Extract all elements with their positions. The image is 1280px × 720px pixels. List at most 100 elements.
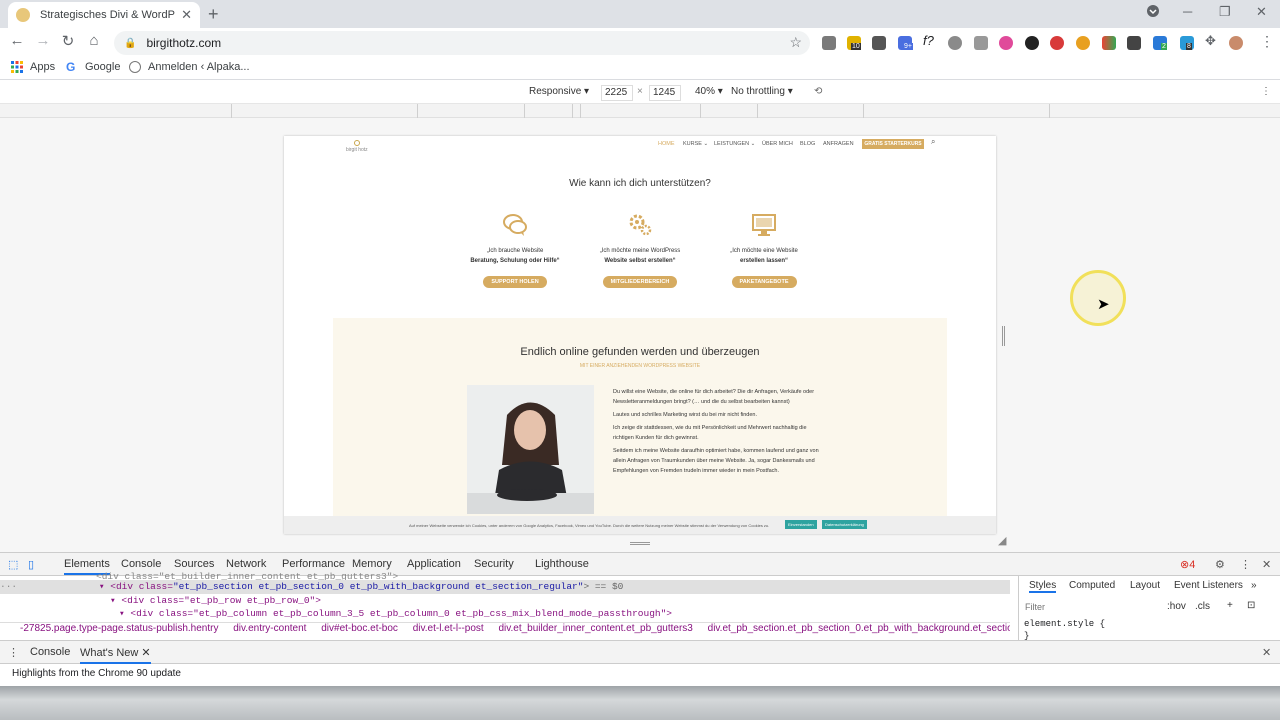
tab-network[interactable]: Network — [226, 558, 266, 570]
settings-gear-icon[interactable]: ⚙ — [1215, 558, 1225, 571]
privacy-policy-button[interactable]: Datenschutzerklärung — [822, 520, 867, 529]
tab-memory[interactable]: Memory — [352, 558, 392, 570]
cls-toggle[interactable]: .cls — [1195, 601, 1210, 612]
resize-handle-right[interactable] — [1002, 326, 1005, 346]
breadcrumb-item[interactable]: div.et-l.et-l--post — [413, 623, 484, 634]
tab-performance[interactable]: Performance — [282, 558, 345, 570]
bookmark-apps[interactable]: Apps — [11, 61, 55, 73]
extension-5-icon[interactable]: f? — [923, 33, 934, 48]
camera-extension-icon[interactable] — [974, 36, 988, 50]
breadcrumb-item[interactable]: div.et_builder_inner_content.et_pb_gutte… — [498, 623, 692, 634]
width-input[interactable]: 2225 — [601, 85, 633, 101]
profile-avatar[interactable] — [1229, 36, 1243, 50]
gratis-starterkurs-button[interactable]: GRATIS STARTERKURS — [862, 139, 924, 149]
support-holen-button[interactable]: SUPPORT HOLEN — [483, 276, 547, 288]
zoom-select[interactable]: 40% ▾ — [695, 86, 723, 97]
cookie-accept-button[interactable]: Einverstanden — [785, 520, 817, 529]
menu-anfragen[interactable]: ANFRAGEN — [823, 141, 854, 147]
forward-icon[interactable]: → — [33, 32, 53, 49]
tab-event-listeners[interactable]: Event Listeners — [1174, 580, 1243, 591]
google-icon: G — [66, 60, 76, 74]
column-text: „Ich möchte meine WordPress Website selbs… — [585, 246, 695, 266]
breadcrumb-item[interactable]: div.entry-content — [233, 623, 306, 634]
address-bar[interactable]: 🔒 birgithotz.com ☆ — [114, 31, 810, 55]
extension-9-icon[interactable] — [1025, 36, 1039, 50]
element-style-rule[interactable]: element.style { — [1024, 619, 1105, 629]
rotate-icon[interactable]: ⟲ — [814, 86, 822, 97]
breadcrumb-item[interactable]: -27825.page.type-page.status-publish.hen… — [20, 623, 218, 634]
drawer-tab-console[interactable]: Console — [30, 646, 70, 658]
minimize-icon[interactable]: ─ — [1183, 4, 1192, 19]
tab-security[interactable]: Security — [474, 558, 514, 570]
resize-handle-bottom[interactable] — [630, 542, 650, 545]
mitgliederbereich-button[interactable]: MITGLIEDERBEREICH — [602, 276, 678, 288]
extensions-puzzle-icon[interactable]: ✥ — [1205, 33, 1216, 49]
paketangebote-button[interactable]: PAKETANGEBOTE — [731, 276, 797, 288]
bookmark-google[interactable]: G Google — [66, 61, 120, 73]
drawer-tab-whats-new[interactable]: What's New ✕ — [80, 646, 151, 664]
device-toggle-icon[interactable]: ▯ — [28, 558, 34, 571]
chrome-menu-icon[interactable]: ⋮ — [1260, 33, 1274, 50]
tab-layout[interactable]: Layout — [1130, 580, 1160, 591]
close-tab-icon[interactable]: ✕ — [181, 7, 192, 23]
tab-styles[interactable]: Styles — [1029, 580, 1057, 593]
browser-tab[interactable]: Strategisches Divi & WordPress W ✕ — [8, 2, 200, 28]
devtools-menu-icon[interactable]: ⋮ — [1240, 558, 1251, 571]
extension-13-icon[interactable] — [1127, 36, 1141, 50]
close-devtools-icon[interactable]: ✕ — [1262, 558, 1271, 571]
resize-corner-icon[interactable]: ◢ — [998, 534, 1006, 547]
site-logo[interactable]: birgit hotz — [346, 140, 368, 153]
error-count: 4 — [1189, 559, 1196, 571]
styles-filter-input[interactable] — [1025, 600, 1155, 614]
intro-section: Endlich online gefunden werden und überz… — [333, 318, 947, 534]
add-rule-icon[interactable]: + — [1227, 600, 1233, 611]
hov-toggle[interactable]: :hov — [1167, 601, 1186, 612]
dom-node-selected[interactable]: ··· ▾ <div class="et_pb_section et_pb_se… — [0, 580, 1010, 594]
tab-lighthouse[interactable]: Lighthouse — [535, 558, 589, 570]
inspect-element-icon[interactable]: ⬚ — [8, 558, 18, 571]
throttling-select[interactable]: No throttling ▾ — [731, 86, 793, 97]
expand-arrow-icon[interactable]: ▾ — [99, 581, 105, 592]
height-input[interactable]: 1245 — [649, 85, 681, 101]
media-query-bar[interactable] — [0, 104, 1280, 118]
extension-1-icon[interactable] — [822, 36, 836, 50]
breadcrumb-item[interactable]: div#et-boc.et-boc — [321, 623, 398, 634]
tab-application[interactable]: Application — [407, 558, 461, 570]
logo-text: birgit hotz — [346, 147, 368, 153]
extension-12-icon[interactable] — [1102, 36, 1116, 50]
menu-kurse[interactable]: KURSE ⌄ — [683, 141, 708, 147]
extension-10-icon[interactable] — [1050, 36, 1064, 50]
device-menu-icon[interactable]: ⋮ — [1261, 86, 1271, 97]
tab-sources[interactable]: Sources — [174, 558, 214, 570]
close-drawer-tab-icon[interactable]: ✕ — [141, 647, 150, 659]
site-search-icon[interactable]: ⌕ — [931, 137, 935, 147]
back-icon[interactable]: ← — [7, 32, 27, 49]
error-counter[interactable]: ⊗4 — [1180, 558, 1195, 571]
bookmark-star-icon[interactable]: ☆ — [789, 34, 802, 51]
dom-node[interactable]: ▾ <div class="et_pb_column et_pb_column_… — [119, 607, 672, 621]
dom-node[interactable]: ▾ <div class="et_pb_row et_pb_row_0"> — [110, 594, 321, 608]
close-window-icon[interactable]: ✕ — [1256, 4, 1267, 20]
extension-6-icon[interactable] — [948, 36, 962, 50]
extension-8-icon[interactable] — [999, 36, 1013, 50]
breadcrumb-item[interactable]: div.et_pb_section.et_pb_section_0.et_pb_… — [708, 623, 1010, 634]
tab-search-icon[interactable] — [1146, 4, 1160, 21]
menu-home[interactable]: HOME — [658, 141, 675, 147]
menu-blog[interactable]: BLOG — [800, 141, 815, 147]
device-mode-select[interactable]: Responsive ▾ — [529, 86, 589, 97]
close-drawer-icon[interactable]: ✕ — [1262, 646, 1271, 659]
more-tabs-icon[interactable]: » — [1251, 580, 1257, 591]
extension-11-icon[interactable] — [1076, 36, 1090, 50]
maximize-icon[interactable]: ❐ — [1219, 4, 1231, 20]
computed-sidebar-icon[interactable]: ⊡ — [1247, 600, 1255, 611]
tab-computed[interactable]: Computed — [1069, 580, 1115, 591]
menu-ueber-mich[interactable]: ÜBER MICH — [762, 141, 793, 147]
new-tab-icon[interactable]: + — [208, 4, 219, 25]
menu-leistungen[interactable]: LEISTUNGEN ⌄ — [714, 141, 755, 147]
drawer-menu-icon[interactable]: ⋮ — [8, 646, 19, 659]
home-icon[interactable]: ⌂ — [84, 32, 104, 49]
reload-icon[interactable]: ↻ — [58, 32, 78, 50]
tab-console[interactable]: Console — [121, 558, 161, 570]
extension-3-icon[interactable] — [872, 36, 886, 50]
bookmark-alpaka[interactable]: Anmelden ‹ Alpaka... — [129, 61, 250, 73]
